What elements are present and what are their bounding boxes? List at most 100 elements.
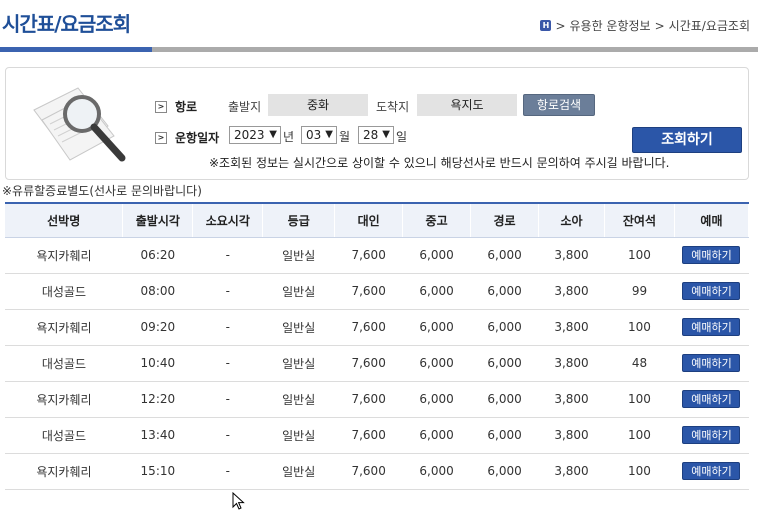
book-button[interactable]: 예매하기 [682, 390, 741, 408]
child-fare: 3,800 [538, 417, 605, 454]
arrival-field[interactable]: 욕지도 [417, 94, 517, 116]
header-booking: 예매 [674, 203, 750, 238]
ship-name: 욕지카훼리 [5, 453, 123, 490]
year-select[interactable]: 2023 ▼ [229, 126, 281, 144]
book-button[interactable]: 예매하기 [682, 354, 741, 372]
breadcrumb-item-info[interactable]: 유용한 운항정보 [570, 17, 651, 34]
grade: 일반실 [262, 309, 335, 346]
book-button[interactable]: 예매하기 [682, 318, 741, 336]
booking-cell: 예매하기 [674, 417, 749, 454]
senior-fare: 6,000 [470, 345, 539, 382]
book-button[interactable]: 예매하기 [682, 426, 741, 444]
departure-time: 12:20 [122, 381, 193, 418]
adult-fare: 7,600 [334, 381, 403, 418]
grade: 일반실 [262, 237, 335, 274]
adult-fare: 7,600 [334, 309, 403, 346]
departure-time: 06:20 [122, 237, 193, 274]
ship-name: 욕지카훼리 [5, 309, 123, 346]
mouse-cursor-icon [232, 492, 245, 510]
adult-fare: 7,600 [334, 345, 403, 382]
ship-name: 대성골드 [5, 345, 123, 382]
departure-field[interactable]: 중화 [268, 94, 368, 116]
grade: 일반실 [262, 345, 335, 382]
teen-fare: 6,000 [402, 381, 471, 418]
remaining-seats: 99 [604, 273, 675, 310]
remaining-seats: 48 [604, 345, 675, 382]
month-select[interactable]: 03 ▼ [301, 126, 337, 144]
duration: - [192, 273, 263, 310]
senior-fare: 6,000 [470, 453, 539, 490]
title-underline-accent [0, 47, 152, 52]
adult-fare: 7,600 [334, 453, 403, 490]
grade: 일반실 [262, 273, 335, 310]
departure-time: 08:00 [122, 273, 193, 310]
teen-fare: 6,000 [402, 417, 471, 454]
adult-fare: 7,600 [334, 273, 403, 310]
table-row: 욕지카훼리 09:20 - 일반실 7,600 6,000 6,000 3,80… [5, 309, 749, 346]
breadcrumb: H > 유용한 운항정보 > 시간표/요금조회 [540, 17, 750, 34]
departure-time: 09:20 [122, 309, 193, 346]
table-row: 대성골드 13:40 - 일반실 7,600 6,000 6,000 3,800… [5, 417, 749, 454]
header-duration: 소요시각 [192, 203, 264, 238]
year-value: 2023 [234, 128, 265, 142]
departure-label: 출발지 [228, 100, 262, 114]
home-icon[interactable]: H [540, 20, 552, 31]
ship-name: 욕지카훼리 [5, 237, 123, 274]
header-departure-time: 출발시각 [122, 203, 194, 238]
breadcrumb-item-current: 시간표/요금조회 [668, 19, 750, 33]
booking-cell: 예매하기 [674, 273, 749, 310]
child-fare: 3,800 [538, 237, 605, 274]
month-value: 03 [306, 128, 322, 142]
search-panel: > 항로 출발지 중화 도착지 욕지도 항로검색 > 운항일자 2023 ▼ 년 … [5, 67, 749, 180]
route-row-label: > 항로 [155, 98, 197, 115]
ship-name: 욕지카훼리 [5, 381, 123, 418]
header-adult: 대인 [334, 203, 404, 238]
duration: - [192, 309, 263, 346]
notice-text: ※조회된 정보는 실시간으로 상이할 수 있으니 해당선사로 반드시 문의하여 … [209, 156, 670, 170]
senior-fare: 6,000 [470, 273, 539, 310]
child-fare: 3,800 [538, 453, 605, 490]
chevron-down-icon: ▼ [269, 129, 277, 140]
duration: - [192, 417, 263, 454]
title-underline [0, 47, 758, 52]
departure-time: 13:40 [122, 417, 193, 454]
lookup-button[interactable]: 조회하기 [632, 127, 742, 153]
header-child: 소아 [538, 203, 605, 238]
month-unit: 월 [339, 130, 351, 144]
table-row: 욕지카훼리 15:10 - 일반실 7,600 6,000 6,000 3,80… [5, 453, 749, 490]
duration: - [192, 381, 263, 418]
grade: 일반실 [262, 381, 335, 418]
date-label: 운항일자 [175, 131, 220, 145]
booking-cell: 예매하기 [674, 345, 749, 382]
ship-name: 대성골드 [5, 417, 123, 454]
teen-fare: 6,000 [402, 309, 471, 346]
booking-cell: 예매하기 [674, 237, 749, 274]
day-unit: 일 [396, 130, 408, 144]
grade: 일반실 [262, 417, 335, 454]
book-button[interactable]: 예매하기 [682, 462, 741, 480]
book-button[interactable]: 예매하기 [682, 246, 741, 264]
table-row: 욕지카훼리 06:20 - 일반실 7,600 6,000 6,000 3,80… [5, 237, 749, 274]
senior-fare: 6,000 [470, 309, 539, 346]
booking-cell: 예매하기 [674, 309, 749, 346]
duration: - [192, 453, 263, 490]
adult-fare: 7,600 [334, 237, 403, 274]
header-ship: 선박명 [5, 203, 124, 238]
day-select[interactable]: 28 ▼ [358, 126, 394, 144]
book-button[interactable]: 예매하기 [682, 282, 741, 300]
page-title: 시간표/요금조회 [2, 12, 131, 36]
breadcrumb-sep: > [654, 18, 665, 33]
teen-fare: 6,000 [402, 453, 471, 490]
arrow-right-icon: > [155, 131, 167, 144]
header-grade: 등급 [262, 203, 336, 238]
table-row: 대성골드 10:40 - 일반실 7,600 6,000 6,000 3,800… [5, 345, 749, 382]
departure-time: 10:40 [122, 345, 193, 382]
chevron-down-icon: ▼ [325, 129, 333, 140]
remaining-seats: 100 [604, 237, 675, 274]
schedule-table: 선박명 출발시각 소요시각 등급 대인 중고 경로 소아 잔여석 예매 욕지카훼… [5, 202, 750, 490]
magnifier-document-icon [33, 87, 126, 162]
table-header-row: 선박명 출발시각 소요시각 등급 대인 중고 경로 소아 잔여석 예매 [5, 203, 750, 238]
year-unit: 년 [283, 130, 295, 144]
route-search-button[interactable]: 항로검색 [523, 94, 595, 116]
remaining-seats: 100 [604, 417, 675, 454]
